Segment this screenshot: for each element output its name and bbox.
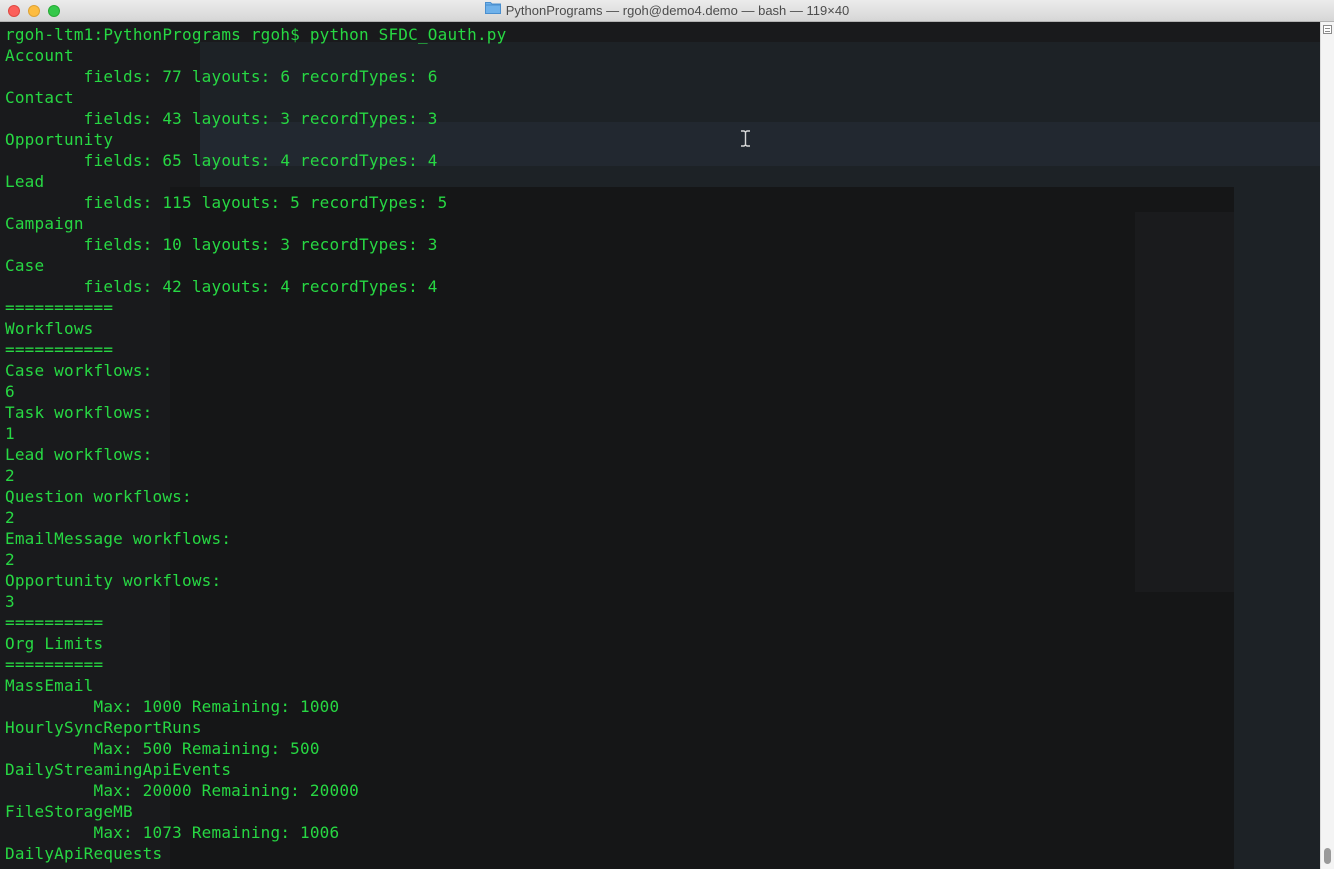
terminal-line: fields: 115 layouts: 5 recordTypes: 5 — [5, 193, 448, 212]
terminal-prompt-line: rgoh-ltm1:PythonPrograms rgoh$ python SF… — [5, 25, 507, 44]
terminal-line: Opportunity — [5, 130, 114, 149]
vertical-scrollbar[interactable] — [1320, 22, 1334, 869]
terminal-line: Case workflows: — [5, 361, 153, 380]
terminal-line: 6 — [5, 382, 15, 401]
terminal-line: Workflows — [5, 319, 94, 338]
terminal-line: fields: 43 layouts: 3 recordTypes: 3 — [5, 109, 438, 128]
terminal-line: 2 — [5, 466, 15, 485]
scrollbar-thumb[interactable] — [1324, 848, 1331, 864]
terminal-line: DailyStreamingApiEvents — [5, 760, 232, 779]
terminal-line: Max: 500 Remaining: 500 — [5, 739, 320, 758]
terminal-line: Org Limits — [5, 634, 104, 653]
terminal-line: =========== — [5, 340, 114, 359]
terminal-line: fields: 42 layouts: 4 recordTypes: 4 — [5, 277, 438, 296]
terminal-line: Question workflows: — [5, 487, 192, 506]
terminal-line: Campaign — [5, 214, 84, 233]
title-container: PythonPrograms — rgoh@demo4.demo — bash … — [0, 0, 1334, 22]
terminal-line: =========== — [5, 298, 114, 317]
scroll-lines-icon[interactable] — [1323, 25, 1332, 34]
terminal-line: FileStorageMB — [5, 802, 133, 821]
terminal-line: Contact — [5, 88, 74, 107]
terminal-line: Account — [5, 46, 74, 65]
terminal-line: Max: 1073 Remaining: 1006 — [5, 823, 340, 842]
terminal-line: Lead workflows: — [5, 445, 153, 464]
title-bar[interactable]: PythonPrograms — rgoh@demo4.demo — bash … — [0, 0, 1334, 22]
terminal-line: Max: 20000 Remaining: 20000 — [5, 781, 359, 800]
ibeam-cursor-icon — [741, 130, 750, 147]
terminal-line: Case — [5, 256, 45, 275]
folder-icon — [484, 1, 501, 19]
terminal-line: 2 — [5, 508, 15, 527]
window-title: PythonPrograms — rgoh@demo4.demo — bash … — [505, 3, 850, 18]
terminal-line: DailyApiRequests — [5, 844, 163, 863]
terminal-line: fields: 10 layouts: 3 recordTypes: 3 — [5, 235, 438, 254]
terminal-line: ========== — [5, 613, 104, 632]
terminal-line: 2 — [5, 550, 15, 569]
terminal-line: Task workflows: — [5, 403, 153, 422]
terminal-line: fields: 77 layouts: 6 recordTypes: 6 — [5, 67, 438, 86]
terminal-line: fields: 65 layouts: 4 recordTypes: 4 — [5, 151, 438, 170]
terminal-line: Opportunity workflows: — [5, 571, 222, 590]
terminal-line: HourlySyncReportRuns — [5, 718, 202, 737]
terminal-line: Lead — [5, 172, 45, 191]
terminal-line: ========== — [5, 655, 104, 674]
terminal-window: PythonPrograms — rgoh@demo4.demo — bash … — [0, 0, 1334, 869]
terminal-line: EmailMessage workflows: — [5, 529, 232, 548]
terminal-line: 1 — [5, 424, 15, 443]
terminal-line: MassEmail — [5, 676, 94, 695]
terminal-line: 3 — [5, 592, 15, 611]
terminal-output[interactable]: rgoh-ltm1:PythonPrograms rgoh$ python SF… — [5, 24, 1305, 869]
terminal-line: Max: 1000 Remaining: 1000 — [5, 697, 340, 716]
